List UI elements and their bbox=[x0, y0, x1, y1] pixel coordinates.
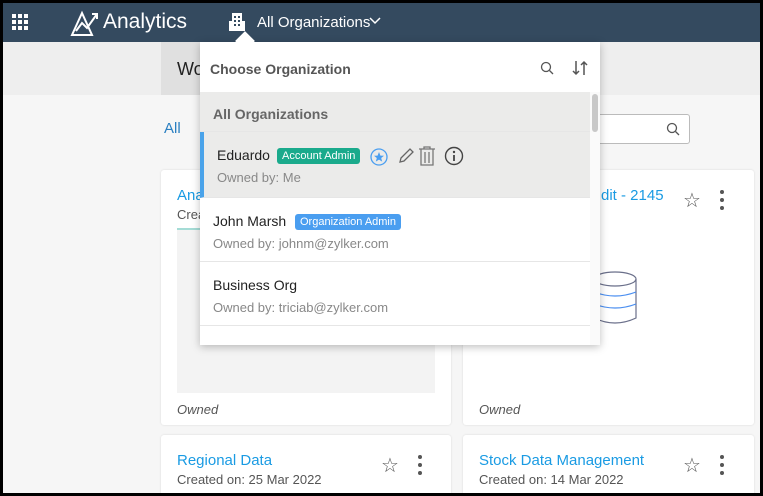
org-item[interactable]: John Marsh Organization Admin Owned by: … bbox=[200, 198, 590, 262]
org-item[interactable]: Business Org Owned by: triciab@zylker.co… bbox=[200, 262, 590, 326]
org-selector[interactable]: All Organizations bbox=[257, 14, 370, 31]
organization-dropdown: Choose Organization All Organizations Ed… bbox=[200, 31, 600, 345]
filter-all[interactable]: All bbox=[164, 120, 181, 137]
star-icon[interactable]: ☆ bbox=[683, 188, 701, 213]
analytics-logo-icon bbox=[70, 10, 98, 36]
org-owner: Owned by: johnm@zylker.com bbox=[213, 236, 389, 251]
more-icon[interactable] bbox=[418, 455, 422, 479]
more-icon[interactable] bbox=[720, 455, 724, 479]
edit-icon[interactable] bbox=[397, 147, 415, 165]
search-icon bbox=[666, 122, 680, 136]
delete-icon[interactable] bbox=[418, 146, 436, 166]
card-title[interactable]: Stock Data Management bbox=[479, 452, 644, 469]
star-icon[interactable]: ☆ bbox=[683, 453, 701, 478]
chevron-down-icon[interactable] bbox=[369, 15, 381, 25]
star-icon[interactable]: ☆ bbox=[381, 453, 399, 478]
card-owned: Owned bbox=[177, 402, 219, 417]
org-item[interactable]: Eduardo Account Admin Owned by: Me bbox=[200, 132, 590, 198]
role-badge: Account Admin bbox=[277, 148, 361, 164]
search-icon[interactable] bbox=[540, 61, 554, 75]
workspace-card[interactable]: Regional Data Created on: 25 Mar 2022 ☆ bbox=[161, 435, 451, 493]
card-created: Created on: 14 Mar 2022 bbox=[479, 472, 624, 487]
default-star-icon[interactable] bbox=[370, 148, 388, 166]
dropdown-title: Choose Organization bbox=[210, 61, 351, 77]
role-badge: Organization Admin bbox=[295, 214, 401, 230]
org-name: John Marsh bbox=[213, 213, 287, 229]
workspace-card[interactable]: Stock Data Management Created on: 14 Mar… bbox=[463, 435, 754, 493]
org-name: Business Org bbox=[213, 277, 298, 293]
card-created: Created on: 25 Mar 2022 bbox=[177, 472, 322, 487]
building-icon bbox=[229, 13, 245, 31]
org-owner: Owned by: triciab@zylker.com bbox=[213, 300, 389, 315]
search-input[interactable] bbox=[593, 114, 690, 144]
info-icon[interactable] bbox=[444, 146, 464, 166]
apps-grid-icon[interactable] bbox=[12, 14, 28, 30]
scrollbar[interactable] bbox=[590, 92, 600, 345]
org-item-all[interactable]: All Organizations bbox=[200, 92, 590, 132]
card-title[interactable]: dit - 2145 bbox=[601, 187, 664, 204]
more-icon[interactable] bbox=[720, 190, 724, 214]
sort-icon[interactable] bbox=[571, 59, 589, 77]
app-title: Analytics bbox=[103, 10, 188, 33]
org-name: Eduardo bbox=[217, 147, 270, 163]
top-header: Analytics All Organizations bbox=[3, 3, 760, 42]
card-owned: Owned bbox=[479, 402, 521, 417]
org-owner: Owned by: Me bbox=[217, 170, 301, 185]
card-title[interactable]: Regional Data bbox=[177, 452, 272, 469]
